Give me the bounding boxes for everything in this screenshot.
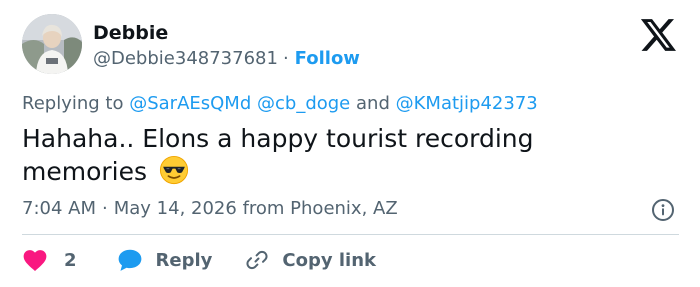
tweet-body: Hahaha.. Elons a happy tourist recording… (22, 124, 534, 186)
divider (22, 234, 679, 235)
author-handle[interactable]: @Debbie348737681 (93, 48, 278, 69)
separator-dot: · (102, 198, 108, 219)
info-icon[interactable] (651, 198, 675, 222)
reply-label: Reply (155, 249, 213, 271)
copy-link-label: Copy link (282, 249, 376, 271)
like-count: 2 (64, 249, 77, 271)
author-name[interactable]: Debbie (93, 22, 168, 44)
avatar[interactable] (22, 14, 82, 74)
tweet-text: Hahaha.. Elons a happy tourist recording… (22, 122, 642, 188)
mention-link[interactable]: @KMatjip42373 (396, 93, 538, 114)
link-icon (246, 250, 268, 270)
mention-link[interactable]: @cb_doge (257, 93, 350, 114)
replying-to-prefix: Replying to (22, 93, 124, 114)
tweet-time[interactable]: 7:04 AM (22, 198, 96, 219)
replying-to-line: Replying to @SarAEsQMd @cb_doge and @KMa… (22, 93, 538, 114)
action-bar: 2 Reply Copy link (22, 244, 376, 276)
sunglasses-emoji-icon (159, 155, 189, 185)
separator-dot: · (282, 48, 289, 69)
mention-link[interactable]: @SarAEsQMd (129, 93, 251, 114)
follow-button[interactable]: Follow (295, 48, 360, 69)
heart-icon (23, 250, 47, 272)
tweet-date[interactable]: May 14, 2026 (114, 198, 237, 219)
profile-photo-icon (22, 14, 82, 74)
copy-link-button[interactable]: Copy link (244, 248, 376, 272)
tweet-location: from Phoenix, AZ (242, 198, 398, 219)
reply-button[interactable]: Reply (117, 248, 213, 272)
author-handle-row: @Debbie348737681 · Follow (93, 48, 360, 69)
replying-to-conjunction: and (356, 93, 390, 114)
x-logo-icon[interactable] (640, 18, 678, 52)
like-button[interactable]: 2 (22, 248, 77, 272)
tweet-card: Debbie @Debbie348737681 · Follow Replying … (0, 0, 700, 287)
tweet-meta: 7:04 AM · May 14, 2026 from Phoenix, AZ (22, 198, 398, 219)
speech-bubble-icon (118, 249, 141, 271)
